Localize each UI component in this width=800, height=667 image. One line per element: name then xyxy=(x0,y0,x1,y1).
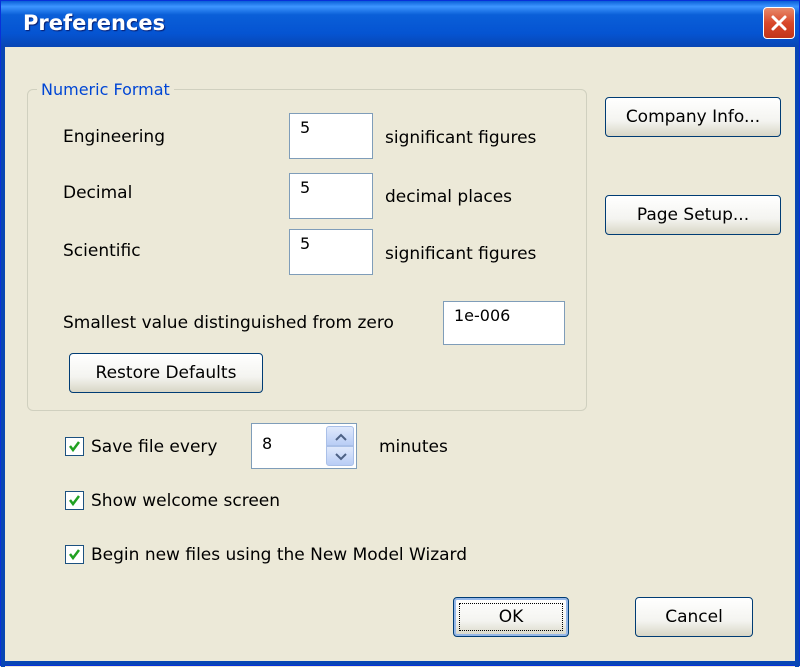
engineering-label: Engineering xyxy=(63,127,165,147)
ok-label: OK xyxy=(498,607,524,627)
chevron-up-icon xyxy=(335,433,347,441)
smallest-value-field[interactable]: 1e-006 xyxy=(443,301,565,345)
stepper-up-button[interactable] xyxy=(326,426,354,446)
preferences-dialog: Preferences Numeric Format Engineering 5… xyxy=(0,0,800,667)
decimal-unit: decimal places xyxy=(385,187,513,207)
welcome-screen-checkbox[interactable] xyxy=(65,491,84,510)
ok-button[interactable]: OK xyxy=(453,597,569,637)
company-info-button[interactable]: Company Info... xyxy=(605,97,781,137)
welcome-screen-label: Show welcome screen xyxy=(91,491,281,511)
page-setup-button[interactable]: Page Setup... xyxy=(605,195,781,235)
close-button[interactable] xyxy=(763,7,795,39)
numeric-format-legend: Numeric Format xyxy=(37,82,174,98)
stepper-buttons xyxy=(326,426,354,466)
wizard-checkbox[interactable] xyxy=(65,545,84,564)
save-interval-value[interactable]: 8 xyxy=(262,434,272,453)
window-frame-right xyxy=(795,47,799,667)
wizard-label: Begin new files using the New Model Wiza… xyxy=(91,545,468,565)
check-icon xyxy=(69,549,80,561)
window-frame-bottom xyxy=(1,661,800,665)
check-icon xyxy=(69,441,80,453)
save-interval-stepper[interactable]: 8 xyxy=(251,423,357,469)
title-bar[interactable]: Preferences xyxy=(1,1,799,47)
decimal-label: Decimal xyxy=(63,183,133,203)
smallest-value-label: Smallest value distinguished from zero xyxy=(63,313,394,333)
restore-defaults-button[interactable]: Restore Defaults xyxy=(69,353,263,393)
engineering-unit: significant figures xyxy=(385,128,537,148)
check-icon xyxy=(69,495,80,507)
scientific-unit: significant figures xyxy=(385,244,537,264)
close-icon xyxy=(771,15,787,31)
scientific-label: Scientific xyxy=(63,241,141,261)
engineering-field[interactable]: 5 xyxy=(289,113,373,159)
decimal-field[interactable]: 5 xyxy=(289,173,373,219)
window-title: Preferences xyxy=(23,11,166,35)
stepper-down-button[interactable] xyxy=(326,446,354,466)
save-file-label: Save file every xyxy=(91,437,218,457)
scientific-field[interactable]: 5 xyxy=(289,229,373,275)
save-file-checkbox[interactable] xyxy=(65,437,84,456)
chevron-down-icon xyxy=(335,453,347,461)
cancel-button[interactable]: Cancel xyxy=(635,597,753,637)
minutes-label: minutes xyxy=(379,437,448,457)
window-frame-left xyxy=(1,47,5,667)
